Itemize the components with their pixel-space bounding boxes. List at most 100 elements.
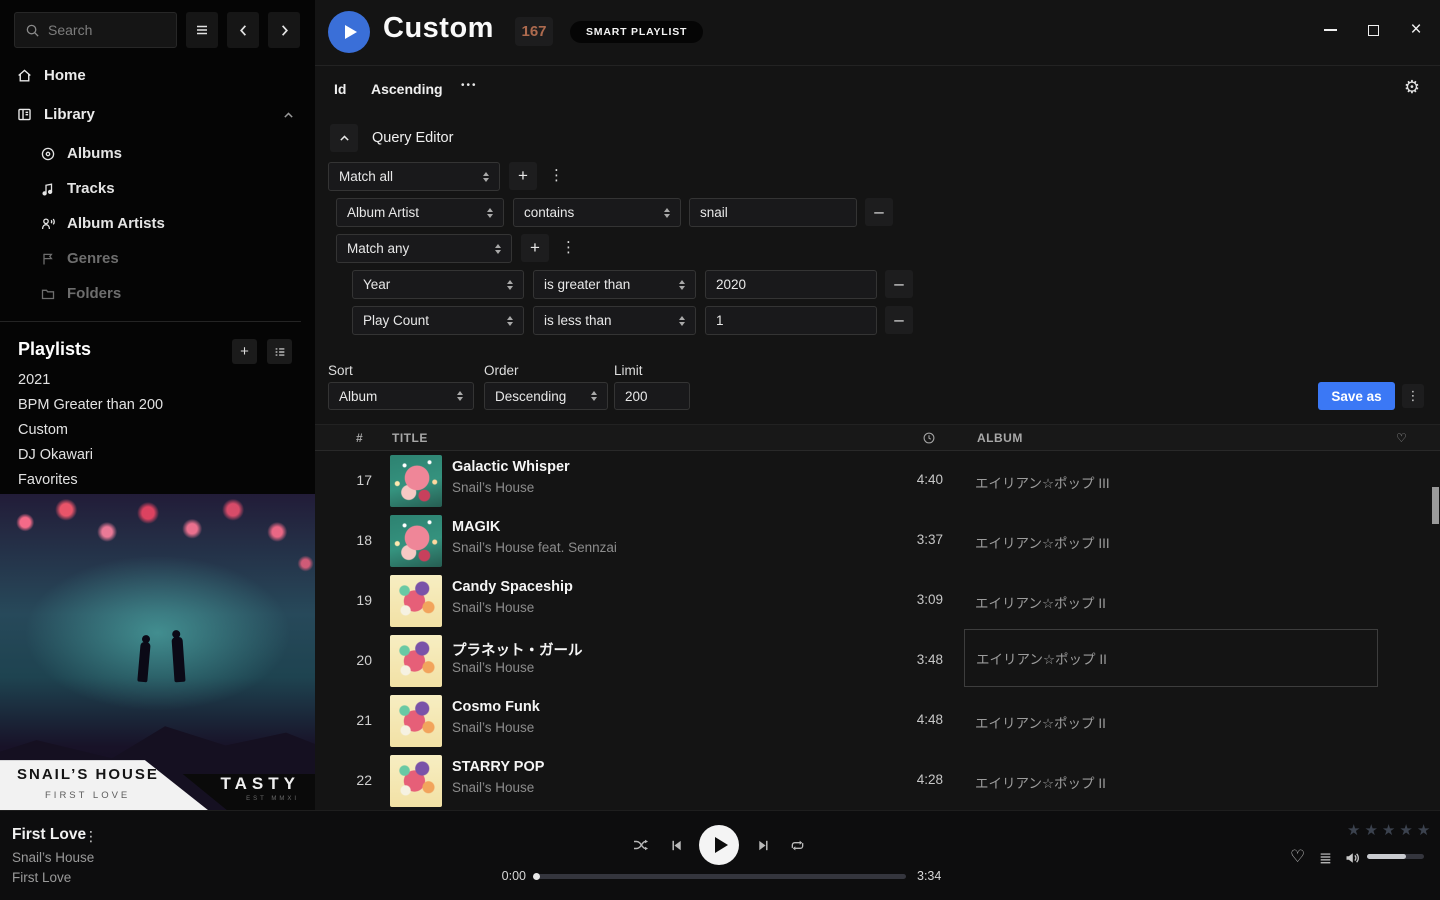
track-album[interactable]: エイリアン☆ポップ III <box>975 532 1110 552</box>
column-header-number[interactable]: # <box>356 431 363 445</box>
sidebar-item-home[interactable]: Home <box>16 67 86 84</box>
rule-value-input[interactable] <box>705 306 877 335</box>
save-menu-button[interactable]: ⋮ <box>1402 384 1424 408</box>
remove-rule-button[interactable]: – <box>865 198 893 226</box>
column-header-duration[interactable] <box>922 431 936 445</box>
home-icon <box>16 67 33 84</box>
track-album[interactable]: エイリアン☆ポップ II <box>975 712 1106 732</box>
remove-rule-button[interactable]: – <box>885 270 913 298</box>
order-select[interactable]: Descending <box>484 382 608 410</box>
star-icon[interactable]: ★ <box>1399 821 1412 839</box>
star-icon[interactable]: ★ <box>1347 821 1360 839</box>
rule-field-select[interactable]: Year <box>352 270 524 299</box>
sidebar-item-albums[interactable]: Albums <box>40 145 122 162</box>
sort-select[interactable]: Album <box>328 382 474 410</box>
seek-bar[interactable] <box>534 874 906 879</box>
track-row[interactable]: 17 Galactic Whisper Snail’s House 4:40 エ… <box>315 451 1440 511</box>
column-header-title[interactable]: TITLE <box>392 431 428 445</box>
track-row[interactable]: 19 Candy Spaceship Snail’s House 3:09 エイ… <box>315 571 1440 631</box>
track-row[interactable]: 20 プラネット・ガール Snail’s House 3:48 エイリアン☆ポッ… <box>315 631 1440 691</box>
favorite-button[interactable]: ♡ <box>1290 849 1305 865</box>
rule-field-select[interactable]: Album Artist <box>336 198 504 227</box>
sidebar-item-album-artists[interactable]: Album Artists <box>40 215 165 232</box>
close-button[interactable]: × <box>1408 22 1424 38</box>
previous-button[interactable] <box>669 838 684 853</box>
maximize-button[interactable] <box>1365 22 1381 38</box>
rule-operator-select[interactable]: is less than <box>533 306 696 335</box>
limit-input[interactable] <box>614 382 690 410</box>
now-playing-cover[interactable]: SNAIL’S HOUSE FIRST LOVE TASTY EST MMXI <box>0 494 315 810</box>
next-button[interactable] <box>756 838 771 853</box>
column-header-favorite[interactable]: ♡ <box>1396 430 1407 446</box>
add-playlist-button[interactable]: + <box>232 339 257 364</box>
header-divider <box>315 65 1440 66</box>
sort-direction-button[interactable]: Ascending <box>371 81 443 97</box>
rule-group-menu-button[interactable]: ⋮ <box>549 169 564 183</box>
minus-icon: – <box>894 274 903 294</box>
playlist-item[interactable]: 2021 <box>18 372 50 388</box>
play-playlist-button[interactable] <box>328 11 370 53</box>
rule-operator-select[interactable]: contains <box>513 198 681 227</box>
sort-field-button[interactable]: Id <box>334 81 346 97</box>
minus-icon: – <box>874 202 883 222</box>
track-album[interactable]: エイリアン☆ポップ II <box>975 772 1106 792</box>
track-row[interactable]: 18 MAGIK Snail’s House feat. Sennzai 3:3… <box>315 511 1440 571</box>
playlist-item[interactable]: Favorites <box>18 472 78 488</box>
track-album[interactable]: エイリアン☆ポップ III <box>975 472 1110 492</box>
star-icon[interactable]: ★ <box>1364 821 1377 839</box>
playlist-item[interactable]: DJ Okawari <box>18 447 93 463</box>
playlist-item[interactable]: Custom <box>18 422 68 438</box>
repeat-button[interactable] <box>789 838 806 853</box>
rule-value-input[interactable] <box>689 198 857 227</box>
playlist-list-button[interactable] <box>267 339 292 364</box>
play-pause-button[interactable] <box>699 825 739 865</box>
seek-knob[interactable] <box>533 873 540 880</box>
rule-value-input[interactable] <box>705 270 877 299</box>
gear-icon[interactable]: ⚙ <box>1404 77 1420 98</box>
page-title: Custom <box>383 12 494 45</box>
track-album-focused[interactable]: エイリアン☆ポップ II <box>964 629 1378 687</box>
remove-rule-button[interactable]: – <box>885 306 913 334</box>
play-icon <box>715 837 728 853</box>
forward-button[interactable] <box>268 12 300 48</box>
rating-stars[interactable]: ★ ★ ★ ★ ★ <box>1347 821 1430 839</box>
sidebar-item-tracks[interactable]: Tracks <box>40 180 115 197</box>
minimize-button[interactable] <box>1322 22 1338 38</box>
track-row[interactable]: 21 Cosmo Funk Snail’s House 4:48 エイリアン☆ポ… <box>315 691 1440 751</box>
search-box[interactable] <box>14 12 177 48</box>
select-caret-icon <box>664 208 670 218</box>
sidebar-item-library[interactable]: Library <box>16 106 300 123</box>
star-icon[interactable]: ★ <box>1417 821 1430 839</box>
scrollbar-thumb[interactable] <box>1432 487 1439 524</box>
queue-button[interactable] <box>1318 851 1333 865</box>
add-rule-button[interactable]: + <box>509 162 537 190</box>
search-input[interactable] <box>48 22 158 38</box>
now-playing-menu-button[interactable]: ⋮ <box>84 828 98 845</box>
track-title: MAGIK <box>452 519 500 535</box>
match-all-select[interactable]: Match all <box>328 162 500 191</box>
track-album[interactable]: エイリアン☆ポップ II <box>975 592 1106 612</box>
select-caret-icon <box>487 208 493 218</box>
column-header-album[interactable]: ALBUM <box>977 431 1023 445</box>
rule-field-select[interactable]: Play Count <box>352 306 524 335</box>
more-options-button[interactable]: ••• <box>461 80 478 91</box>
star-icon[interactable]: ★ <box>1382 821 1395 839</box>
album-art-thumbnail <box>390 515 442 567</box>
back-button[interactable] <box>227 12 259 48</box>
add-rule-button[interactable]: + <box>521 234 549 262</box>
track-row[interactable]: 22 STARRY POP Snail’s House 4:28 エイリアン☆ポ… <box>315 751 1440 811</box>
sidebar-item-folders[interactable]: Folders <box>40 285 121 302</box>
shuffle-button[interactable] <box>632 837 650 853</box>
match-any-select[interactable]: Match any <box>336 234 512 263</box>
volume-slider[interactable] <box>1367 854 1424 859</box>
sidebar-item-genres[interactable]: Genres <box>40 250 119 267</box>
select-value: Match any <box>347 241 409 256</box>
volume-button[interactable] <box>1344 850 1361 866</box>
playlist-item[interactable]: BPM Greater than 200 <box>18 397 163 413</box>
query-editor-collapse-button[interactable] <box>330 124 358 152</box>
menu-button[interactable] <box>186 12 218 48</box>
rule-group-menu-button[interactable]: ⋮ <box>561 241 576 255</box>
rule-operator-select[interactable]: is greater than <box>533 270 696 299</box>
save-as-button[interactable]: Save as <box>1318 382 1395 410</box>
track-title: Candy Spaceship <box>452 579 573 595</box>
